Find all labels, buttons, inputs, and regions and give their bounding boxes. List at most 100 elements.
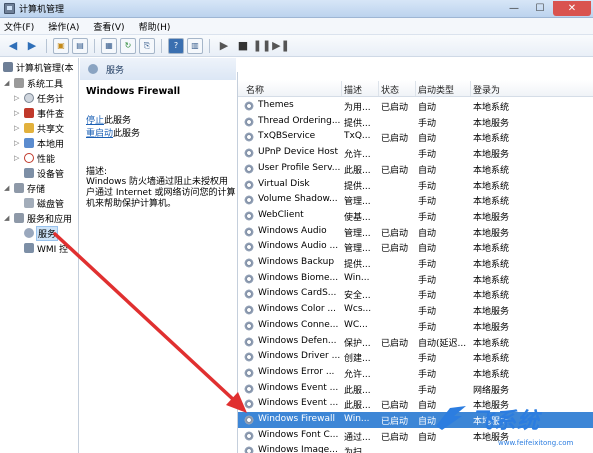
cell-logon: 本地系统 [473,181,510,192]
properties-icon[interactable]: ▦ [101,37,117,54]
expand-icon[interactable]: ▷ [14,154,21,162]
table-row[interactable]: Windows Error ... 允许... 手动 本地系统 [238,365,593,381]
table-row[interactable]: Windows Conne... WC... 手动 本地服务 [238,318,593,334]
table-row[interactable]: Themes 为用... 已启动 自动 本地系统 [238,98,593,114]
gear-icon [244,367,254,378]
gear-icon [244,446,254,453]
window-controls: — ☐ ✕ [501,1,591,16]
table-row[interactable]: Windows Defen... 保护... 已启动 自动(延迟... 本地系统 [238,334,593,350]
cell-logon: 本地系统 [473,354,510,365]
pause-service-icon[interactable]: ❚❚ [253,38,271,54]
restart-service-link[interactable]: 重启动 [86,129,113,139]
cell-description: 通过... [344,432,371,443]
cell-name: Windows Audio [258,225,327,236]
close-button[interactable]: ✕ [553,1,591,16]
gear-icon [244,336,254,347]
tree-item-local-users[interactable]: ▷ 本地用 [14,136,64,150]
table-row[interactable]: Windows Color ... Wcs... 手动 本地服务 [238,302,593,318]
column-divider[interactable] [470,81,471,96]
cell-name: Windows Event ... [258,398,339,409]
export-icon[interactable]: ⎘ [139,37,155,54]
cell-logon: 本地系统 [473,165,510,176]
table-row[interactable]: Windows Audio ... 管理... 已启动 自动 本地系统 [238,239,593,255]
cell-startup-type: 手动 [418,369,437,380]
column-divider[interactable] [341,81,342,96]
table-row[interactable]: Volume Shadow... 管理... 手动 本地系统 [238,192,593,208]
console-icon[interactable]: ▥ [187,37,203,54]
column-divider[interactable] [378,81,379,96]
table-row[interactable]: Windows Driver ... 创建... 手动 本地系统 [238,349,593,365]
maximize-button[interactable]: ☐ [527,1,553,16]
table-row[interactable]: User Profile Serv... 此服... 已启动 自动 本地系统 [238,161,593,177]
menu-file[interactable]: 文件(F) [4,20,34,33]
tree-item-label: 设备管 [37,169,65,180]
table-row[interactable]: Windows Biome... Win... 手动 本地系统 [238,271,593,287]
cell-description: 管理... [344,197,371,208]
pane-header-title: 服务 [106,65,125,76]
start-service-icon[interactable]: ▶ [216,38,232,54]
column-header-status[interactable]: 状态 [381,83,399,96]
table-row[interactable]: Windows Audio 管理... 已启动 自动 本地服务 [238,224,593,240]
cell-name: Windows Defen... [258,335,337,346]
tree-item-services-and-apps[interactable]: ◢ 服务和应用 [4,211,72,225]
collapse-icon[interactable]: ◢ [4,184,11,192]
menu-help[interactable]: 帮助(H) [139,20,171,33]
table-row[interactable]: WebClient 使基... 手动 本地服务 [238,208,593,224]
gear-icon [244,242,254,253]
up-folder-icon[interactable]: ▣ [53,37,69,54]
tree-item-system-tools[interactable]: ◢ 系统工具 [4,76,63,90]
column-divider[interactable] [415,81,416,96]
watermark-url: www.feifeixitong.com [498,439,574,447]
tree-root[interactable]: 计算机管理(本 [3,60,74,74]
tree-item-storage[interactable]: ◢ 存储 [4,181,45,195]
tree-item-device-manager[interactable]: 设备管 [24,166,64,180]
forward-icon[interactable]: ▶ [24,38,40,54]
tree-item-services[interactable]: 服务 [24,225,59,241]
cell-logon: 网络服务 [473,385,510,396]
column-header-name[interactable]: 名称 [246,83,264,96]
computer-icon [3,62,13,72]
refresh-icon[interactable]: ↻ [120,37,136,54]
tree-item-event-viewer[interactable]: ▷ 事件查 [14,106,64,120]
menu-view[interactable]: 查看(V) [93,20,124,33]
help-icon[interactable]: ? [168,37,184,54]
collapse-icon[interactable]: ◢ [4,214,11,222]
window-title: 计算机管理 [19,5,65,15]
tree-item-task-scheduler[interactable]: ▷ 任务计 [14,91,64,105]
cell-logon: 本地系统 [473,134,510,145]
table-row[interactable]: Windows Backup 提供... 手动 本地系统 [238,255,593,271]
stop-service-icon[interactable]: ■ [235,38,251,54]
cell-logon: 本地服务 [473,212,510,223]
expand-icon[interactable]: ▷ [14,139,21,147]
back-icon[interactable]: ◀ [5,38,21,54]
description-label: 描述: [86,167,108,177]
cell-name: Thread Ordering... [258,115,341,126]
table-row[interactable]: Windows CardS... 安全... 手动 本地系统 [238,286,593,302]
table-row[interactable]: Virtual Disk 提供... 手动 本地系统 [238,177,593,193]
cell-description: 管理... [344,244,371,255]
tree-item-performance[interactable]: ▷ 性能 [14,151,55,165]
collapse-icon[interactable]: ◢ [4,79,11,87]
tree-item-disk-management[interactable]: 磁盘管 [24,196,64,210]
column-header-description[interactable]: 描述 [344,83,362,96]
column-header-logon[interactable]: 登录为 [473,83,500,96]
cell-description: 为用... [344,103,371,113]
expand-icon[interactable]: ▷ [14,109,21,117]
menu-action[interactable]: 操作(A) [48,20,79,33]
table-row[interactable]: TxQBService TxQ... 已启动 自动 本地系统 [238,129,593,145]
column-header-startup-type[interactable]: 启动类型 [418,83,454,96]
cell-name: WebClient [258,209,304,220]
tree-item-shared-folders[interactable]: ▷ 共享文 [14,121,64,135]
table-row[interactable]: Thread Ordering... 提供... 手动 本地服务 [238,114,593,130]
restart-service-icon[interactable]: ▶❚ [272,38,290,54]
expand-icon[interactable]: ▷ [14,94,21,102]
show-tree-icon[interactable]: ▤ [72,37,88,54]
minimize-button[interactable]: — [501,1,527,16]
table-row[interactable]: UPnP Device Host 允许... 手动 本地服务 [238,145,593,161]
tree-item-wmi[interactable]: WMI 控 [24,241,68,255]
tree-item-label: 任务计 [37,94,65,105]
tree-item-label: 事件查 [37,109,65,120]
table-row[interactable]: Windows Event ... 此服... 手动 网络服务 [238,381,593,397]
expand-icon[interactable]: ▷ [14,124,21,132]
stop-service-link[interactable]: 停止 [86,116,104,126]
